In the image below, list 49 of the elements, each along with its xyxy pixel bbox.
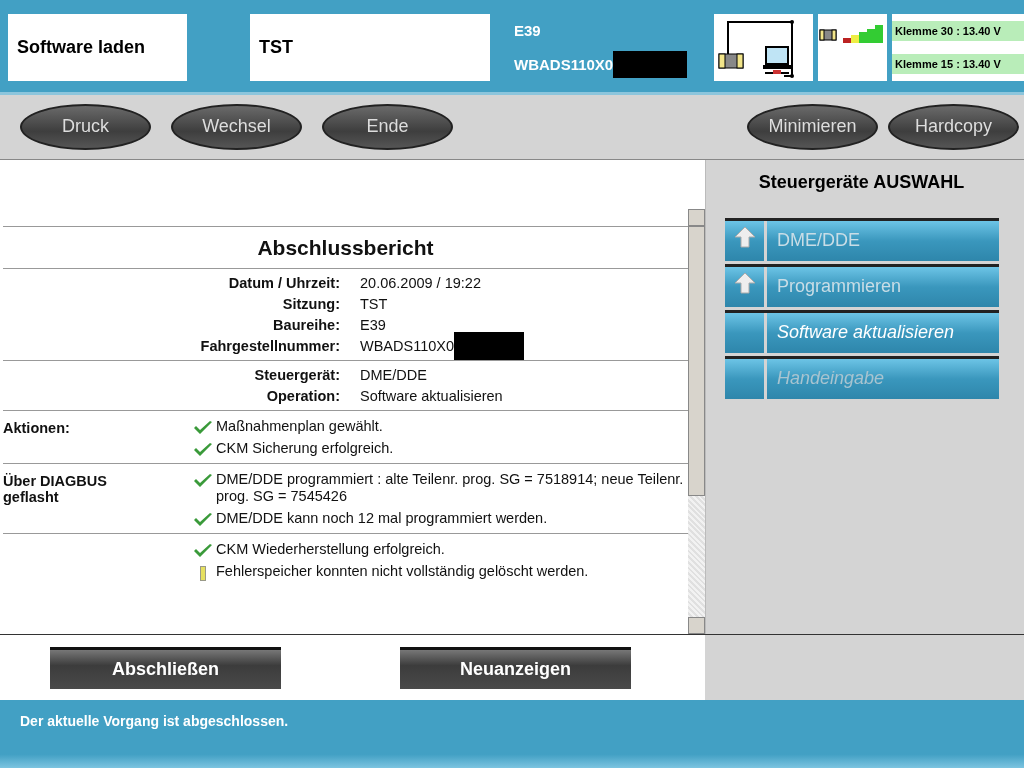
toolbar-button[interactable]: Minimieren — [747, 103, 878, 150]
toolbar-button[interactable]: Druck — [20, 103, 151, 150]
field-label: Steuergerät: — [253, 367, 340, 384]
field-label: Sitzung: — [281, 296, 340, 313]
voltage-reading: Klemme 15 : 13.40 V — [892, 54, 1024, 75]
field-value: 20.06.2009 / 19:22 — [360, 275, 481, 292]
status-message: Der aktuelle Vorgang ist abgeschlossen. — [20, 713, 289, 730]
scroll-thumb[interactable] — [688, 226, 705, 497]
up-arrow-icon — [733, 271, 756, 294]
toolbar-button[interactable]: Hardcopy — [888, 103, 1019, 150]
field-label: Operation: — [265, 388, 340, 405]
field-label: Baureihe: — [272, 317, 340, 334]
checkmark-icon — [193, 474, 213, 489]
toolbar-button[interactable]: Ende — [322, 103, 453, 150]
up-arrow-icon — [733, 225, 756, 248]
checkmark-icon — [193, 513, 213, 528]
section-heading: Aktionen: — [3, 420, 71, 437]
checkmark-icon — [193, 544, 213, 559]
field-value: TST — [360, 296, 388, 313]
checkmark-icon — [193, 421, 213, 436]
series-label: E39 — [514, 22, 542, 39]
section-heading: Über DIAGBUS geflasht — [3, 473, 108, 506]
toolbar-button[interactable]: Wechsel — [171, 103, 302, 150]
status-message: CKM Wiederherstellung erfolgreich. — [216, 541, 445, 559]
status-message: CKM Sicherung erfolgreich. — [216, 440, 394, 458]
field-value: WBADS110X0 — [360, 338, 455, 355]
action-button[interactable]: Abschließen — [50, 647, 281, 690]
status-message: Fehlerspeicher konnten nicht vollständig gelöscht werden. — [216, 563, 589, 581]
session-name: TST — [259, 37, 293, 58]
report-title: Abschlussbericht — [3, 226, 688, 270]
status-message: DME/DDE programmiert : alte Teilenr. prog. SG = 7518914; neue Teilenr. prog. SG = 7545426 — [216, 471, 684, 506]
status-message: Maßnahmenplan gewählt. — [216, 418, 383, 436]
action-button[interactable]: Neuanzeigen — [400, 647, 631, 690]
control-unit-item: Handeingabe — [767, 358, 999, 399]
field-label: Datum / Uhrzeit: — [227, 275, 340, 292]
field-value: DME/DDE — [360, 367, 427, 384]
warning-marker-icon — [200, 566, 206, 582]
field-value: Software aktualisieren — [360, 388, 503, 405]
scrollbar[interactable] — [688, 209, 705, 635]
panel-title: Steuergeräte AUSWAHL — [757, 170, 966, 194]
voltage-reading: Klemme 30 : 13.40 V — [892, 20, 1024, 41]
checkmark-icon — [193, 443, 213, 458]
nav-icon-tile — [725, 312, 764, 353]
field-label: Fahrgestellnummer: — [199, 338, 340, 355]
status-message: DME/DDE kann noch 12 mal programmiert werden. — [216, 510, 548, 528]
nav-icon-tile — [725, 358, 764, 399]
field-value: E39 — [360, 317, 386, 334]
function-title: Software laden — [17, 37, 146, 58]
vin-label: WBADS110X0 — [514, 56, 614, 73]
